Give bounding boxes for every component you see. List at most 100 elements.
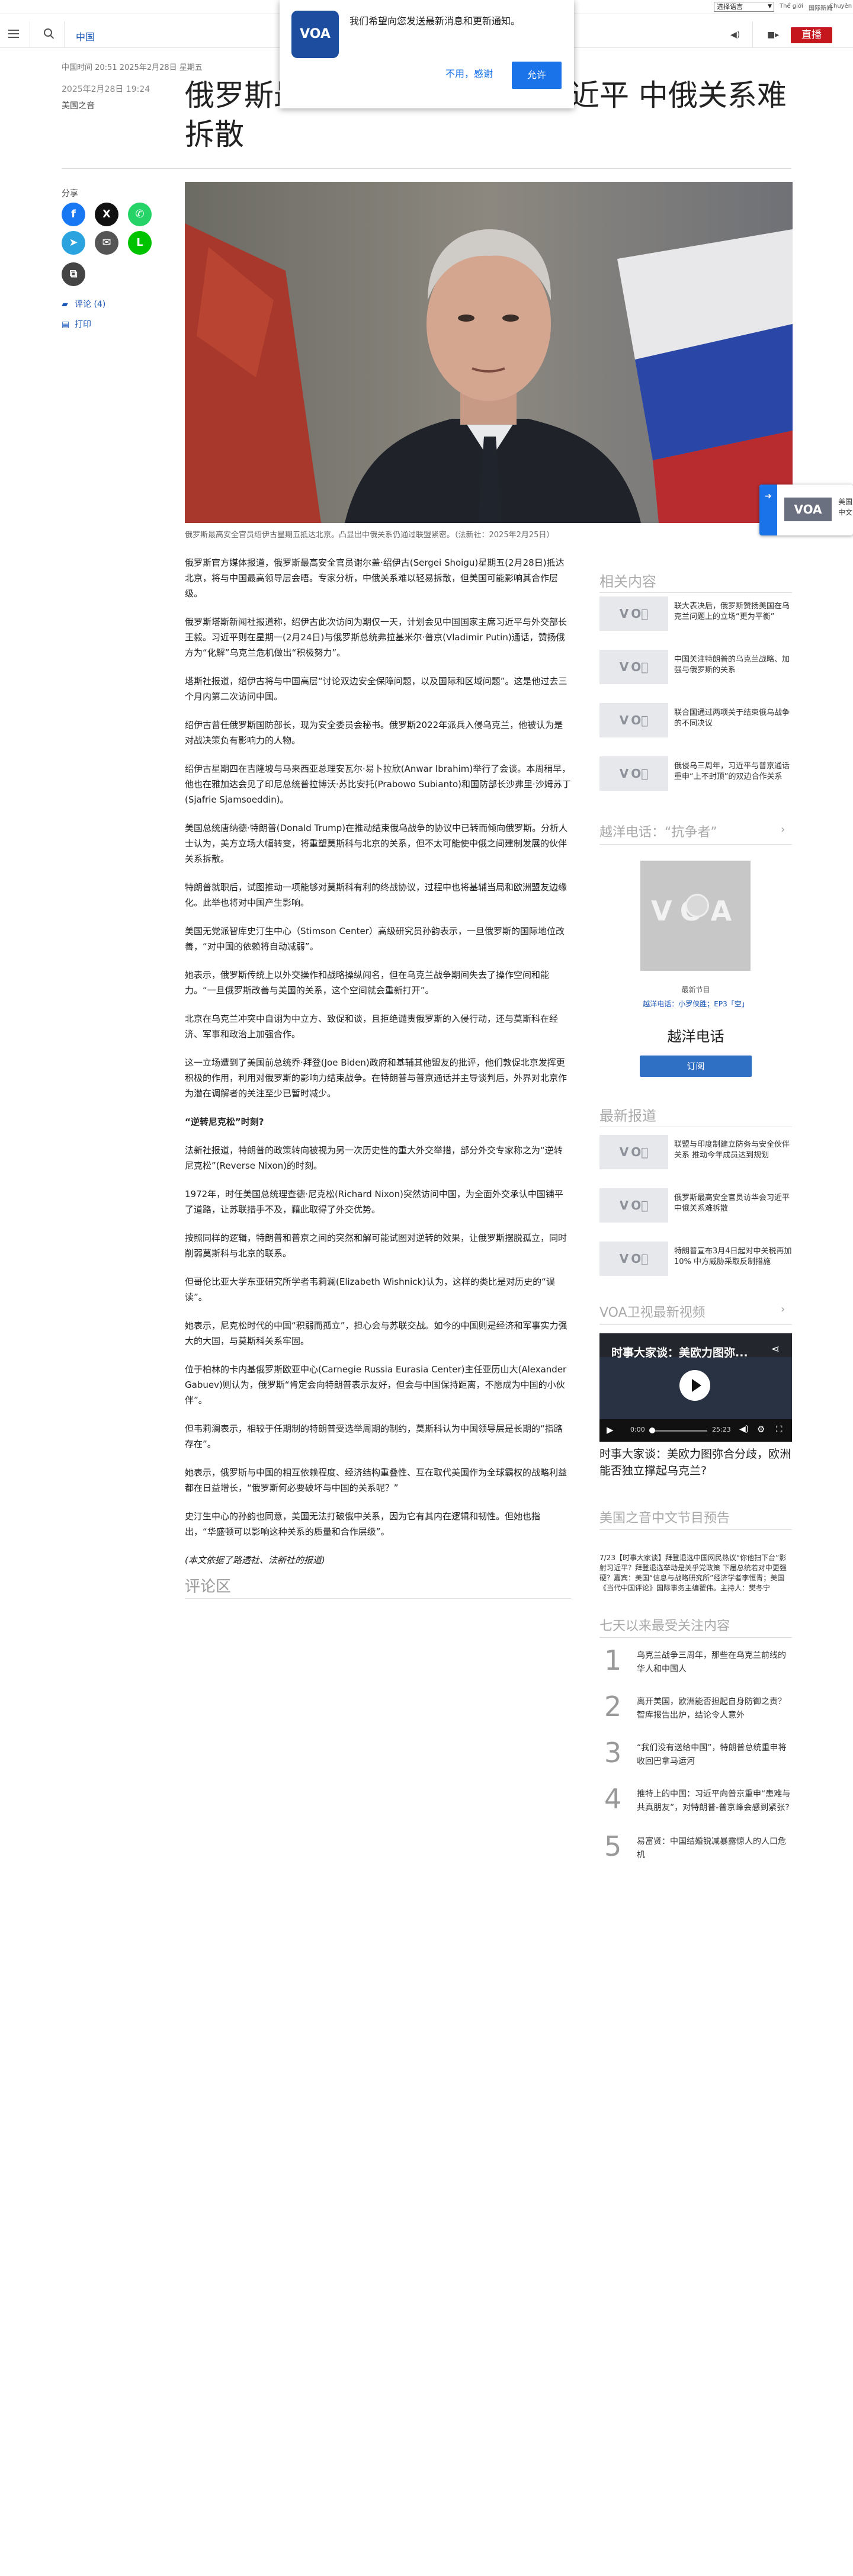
rank-number: 3 [604,1737,622,1769]
article-category[interactable]: 美国之音 [62,100,95,111]
most-viewed-item[interactable]: “我们没有送给中国”，特朗普总统重申将收回巴拿马运河 [637,1741,792,1769]
article-thumbnail[interactable] [599,650,668,684]
header-divider [752,21,753,48]
divider [599,844,792,845]
deny-notifications-button[interactable]: 不用，感谢 [438,64,500,84]
comments-link-label: 评论 (4) [75,300,106,309]
video-section-title[interactable]: VOA卫视最新视频 [599,1302,706,1321]
comment-icon: ▰ [62,300,68,309]
video-icon[interactable]: ■▸ [767,30,779,40]
copy-link-share-icon[interactable]: ⧉ [62,262,85,286]
most-viewed-item[interactable]: 乌克兰战争三周年，那些在乌克兰前线的华人和中国人 [637,1649,792,1676]
most-viewed-title: 七天以来最受关注内容 [599,1619,730,1634]
most-viewed-item[interactable]: 离开美国，欧洲能否担起自身防御之责？智库报告出炉，结论令人意外 [637,1695,792,1722]
article-date: 2025年2月28日 19:24 [62,85,150,94]
program-preview-title: 美国之音中文节目预告 [599,1511,730,1526]
related-item-title[interactable]: 俄侵乌三周年，习近平与普京通话 重申“上不封顶”的双边合作关系 [674,761,793,782]
whatsapp-share-icon[interactable]: ✆ [128,203,152,226]
print-link-label: 打印 [75,320,91,329]
search-icon[interactable] [44,28,52,37]
live-button[interactable]: 直播 [791,27,832,43]
hero-photo [185,182,793,523]
floating-side-widget[interactable]: ➜ VOA 美国之音 中文网 [759,485,853,535]
video-caption-link[interactable]: 时事大家谈：美欧力图弥合分歧，欧洲能否独立撑起乌克兰? [599,1446,792,1479]
section-title[interactable]: 中国 [76,29,95,43]
article-thumbnail[interactable] [599,703,668,737]
play-button-icon[interactable]: ▶ [607,1425,614,1435]
chevron-right-icon[interactable]: › [781,823,785,836]
chevron-right-icon[interactable]: › [781,1303,785,1316]
article-paragraph: 但哥伦比亚大学东亚研究所学者韦莉澜(Elizabeth Wishnick)认为，… [185,1276,555,1303]
article-thumbnail[interactable] [599,756,668,791]
rank-number: 4 [604,1783,622,1815]
comments-link[interactable]: ▰ 评论 (4) [62,298,105,310]
notification-permission-dialog: VOA 我们希望向您发送最新消息和更新通知。 不用，感谢 允许 [280,0,574,108]
facebook-share-icon[interactable]: f [62,203,85,226]
video-scrubber[interactable] [649,1427,655,1433]
radio-disc-icon [685,894,709,918]
notification-message: 我们希望向您发送最新消息和更新通知。 [349,15,521,27]
divider [599,1529,792,1530]
related-content-title: 相关内容 [599,573,656,590]
x-share-icon[interactable]: X [95,203,118,226]
article-thumbnail[interactable] [599,596,668,631]
radio-episode-link[interactable]: 越洋电话：小罗侠胜；EP3「空」 [599,999,792,1009]
play-icon[interactable] [679,1370,710,1401]
arrow-right-icon[interactable]: ➜ [759,485,777,535]
latest-item-title[interactable]: 特朗普宣布3月4日起对中关税再加10% 中方威胁采取反制措施 [674,1246,793,1268]
topbar-link-1[interactable]: Thể giới [780,3,803,9]
article-thumbnail[interactable] [599,1188,668,1223]
print-link[interactable]: ▤ 打印 [62,318,91,330]
radio-program-artwork[interactable]: VOA [640,861,751,971]
video-player[interactable]: 时事大家谈：美欧力图弥... ⋖ ▶ 0:00 25:23 ◀) ⚙ ⛶ [599,1333,792,1442]
related-item-title[interactable]: 联大表决后，俄罗斯赞扬美国在乌克兰问题上的立场“更为平衡” [674,601,793,623]
line-share-icon[interactable]: L [128,231,152,255]
settings-icon[interactable]: ⚙ [757,1424,765,1435]
latest-item-title[interactable]: 联盟与印度制建立防务与安全伙伴关系 推动今年成员达到规划 [674,1140,793,1161]
divider [599,592,792,593]
program-preview-text: 7/23【时事大家谈】拜登退选中国网民热议“你他扫下台”影射习近平？拜登退选举动… [599,1554,787,1592]
telegram-share-icon[interactable]: ➤ [62,231,85,255]
article-paragraph: 史汀生中心的孙韵也同意，美国无法打破俄中关系，因为它有其内在逻辑和韧性。但她也指… [185,1511,541,1537]
topbar-link-3[interactable]: Chuyên mục [829,3,852,9]
allow-notifications-button[interactable]: 允许 [512,62,562,89]
article-paragraph: 特朗普就职后，试图推动一项能够对莫斯科有利的终战协议，过程中也将基辅当局和欧洲盟… [185,882,567,908]
photo-caption: 俄罗斯最高安全官员绍伊古星期五抵达北京。凸显出中俄关系仍通过联盟紧密。（法新社：… [185,531,554,540]
radio-show-name: 越洋电话 [667,1028,724,1045]
share-icon[interactable]: ⋖ [771,1343,780,1355]
menu-icon[interactable] [8,30,19,38]
article-paragraph: 绍伊古曾任俄罗斯国防部长，现为安全委员会秘书。俄罗斯2022年派兵入侵乌克兰，他… [185,720,563,746]
article-paragraph: 她表示，俄罗斯与中国的相互依赖程度、经济结构重叠性、互在取代美国作为全球霸权的战… [185,1467,567,1493]
article-paragraph: 但韦莉澜表示，相较于任期制的特朗普受选举周期的制约，莫斯科认为中国领导层是长期的… [185,1423,563,1449]
latest-item-title[interactable]: 俄罗斯最高安全官员访华会习近平 中俄关系难拆散 [674,1193,793,1214]
divider [62,168,791,169]
divider [599,1637,792,1638]
rank-number: 2 [604,1690,622,1722]
radio-latest-label: 最新节目 [681,986,710,994]
share-label: 分享 [62,189,78,198]
article-paragraph: (本文依据了路透社、法新社的报道) [185,1555,325,1566]
hero-photo-illustration [185,182,793,523]
article-paragraph: 绍伊古星期四在吉隆坡与马来西亚总理安瓦尔·易卜拉欣(Anwar Ibrahim)… [185,764,571,805]
email-share-icon[interactable]: ✉ [95,231,118,255]
audio-icon[interactable]: ◀) [730,30,740,40]
topbar-link-2[interactable]: 国际新闻 [809,3,832,12]
volume-icon[interactable]: ◀) [739,1425,749,1434]
divider [599,1324,792,1325]
widget-text: 美国之音 中文网 [838,498,853,517]
article-thumbnail[interactable] [599,1242,668,1276]
related-item-title[interactable]: 中国关注特朗普的乌克兰战略、加强与俄罗斯的关系 [674,655,793,676]
language-select-value: 选择语言 [717,3,743,11]
comments-section-title: 评论区 [185,1578,232,1596]
related-item-title[interactable]: 联合国通过两项关于结束俄乌战争的不同决议 [674,708,793,729]
article-thumbnail[interactable] [599,1135,668,1169]
divider [185,1598,571,1599]
article-paragraph: 她表示，俄罗斯传统上以外交操作和战略操纵闻名，但在乌克兰战争期间失去了操作空间和… [185,970,550,996]
language-select[interactable]: 选择语言 ▼ [714,2,774,12]
video-progress-bar[interactable] [650,1430,707,1432]
radio-section-title[interactable]: 越洋电话：“抗争者” [599,822,717,841]
most-viewed-item[interactable]: 易富贤：中国结婚锐减暴露惊人的人口危机 [637,1835,792,1862]
subscribe-button[interactable]: 订阅 [640,1056,752,1077]
most-viewed-item[interactable]: 推特上的中国：习近平向普京重申“患难与共真朋友”，对特朗普-普京峰会感到紧张? [637,1788,792,1815]
fullscreen-icon[interactable]: ⛶ [776,1424,783,1435]
